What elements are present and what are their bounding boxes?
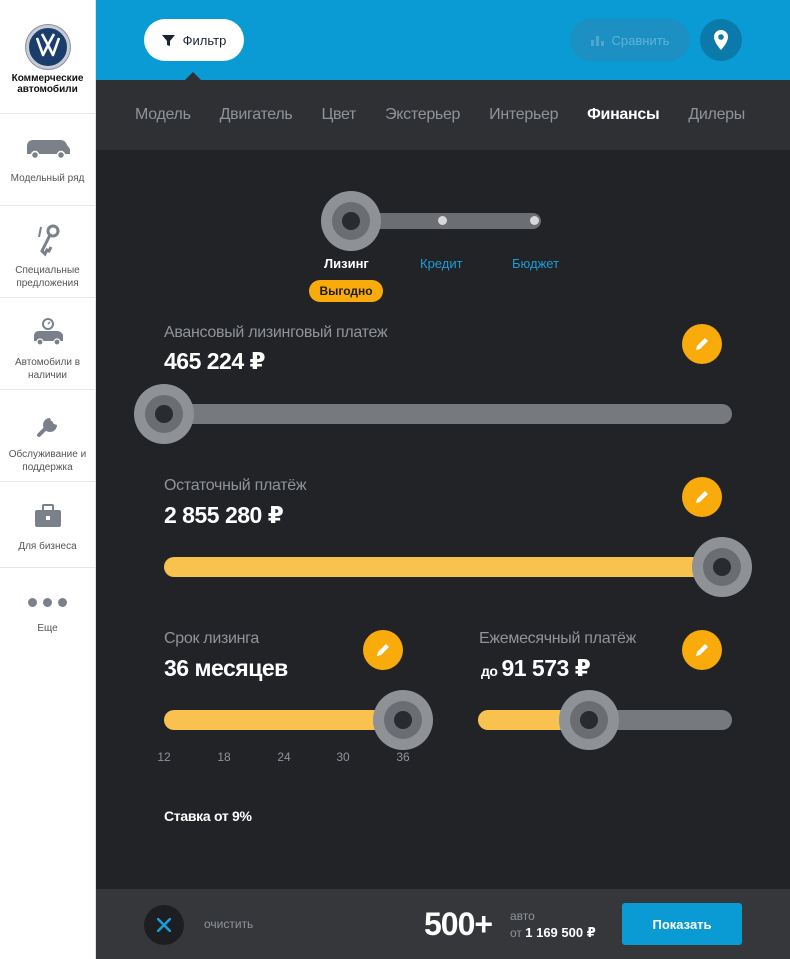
location-button[interactable]	[700, 19, 742, 61]
sidebar-item-label: Для бизнеса	[18, 541, 77, 552]
residual-slider-knob[interactable]	[692, 537, 752, 597]
brand-logo[interactable]: Коммерческие автомобили	[0, 0, 95, 114]
bottom-bar: очистить 500+ авто от 1 169 500 ₽ Показа…	[96, 889, 790, 959]
tab-finance[interactable]: Финансы	[587, 106, 659, 124]
term-tick[interactable]: 24	[277, 750, 290, 764]
tab-color[interactable]: Цвет	[321, 106, 356, 124]
sidebar-item-models[interactable]: Модельный ряд	[0, 114, 95, 206]
filter-caret-icon	[185, 72, 201, 80]
filter-label: Фильтр	[182, 32, 227, 48]
results-unit: авто	[510, 909, 535, 923]
sidebar-item-label: Обслуживание и поддержка	[8, 449, 87, 473]
tab-dealers[interactable]: Дилеры	[688, 106, 745, 124]
pencil-icon	[696, 491, 708, 503]
price-value: 1 169 500 ₽	[525, 925, 596, 940]
sidebar-item-label: Автомобили в наличии	[14, 357, 81, 381]
term-tick[interactable]: 36	[396, 750, 409, 764]
tab-exterior[interactable]: Экстерьер	[385, 106, 460, 124]
term-tick[interactable]: 12	[157, 750, 170, 764]
edit-monthly-button[interactable]	[682, 630, 722, 670]
bar-chart-icon	[590, 36, 604, 46]
mode-credit[interactable]: Кредит	[420, 256, 463, 271]
price-prefix: от	[510, 926, 522, 940]
residual-slider-fill[interactable]	[164, 557, 732, 577]
term-slider-knob[interactable]	[373, 690, 433, 750]
edit-term-button[interactable]	[363, 630, 403, 670]
residual-payment-value: 2 855 280 ₽	[164, 502, 284, 528]
monthly-payment-value: до 91 573 ₽	[481, 655, 591, 682]
edit-advance-button[interactable]	[682, 324, 722, 364]
pencil-icon	[696, 338, 708, 350]
mode-budget[interactable]: Бюджет	[512, 256, 559, 271]
briefcase-icon	[33, 500, 63, 532]
edit-residual-button[interactable]	[682, 477, 722, 517]
term-tick[interactable]: 18	[217, 750, 230, 764]
monthly-payment-label: Ежемесячный платёж	[479, 630, 636, 647]
tab-bar: Модель Двигатель Цвет Экстерьер Интерьер…	[96, 80, 790, 150]
car-timer-icon	[28, 316, 68, 348]
sidebar-item-in-stock[interactable]: Автомобили в наличии	[0, 298, 95, 390]
sidebar: Коммерческие автомобили Модельный ряд Сп…	[0, 0, 96, 959]
advance-payment-label: Авансовый лизинговый платеж	[164, 324, 388, 341]
monthly-payment-amount: 91 573 ₽	[501, 655, 591, 681]
term-label: Срок лизинга	[164, 630, 259, 647]
pencil-icon	[696, 644, 708, 656]
sidebar-item-label: Специальные предложения	[15, 265, 80, 289]
compare-button[interactable]: Сравнить	[570, 19, 690, 61]
best-deal-badge: Выгодно	[309, 280, 383, 302]
tab-model[interactable]: Модель	[135, 106, 191, 124]
payment-mode-knob[interactable]	[321, 191, 381, 251]
monthly-payment-prefix: до	[481, 663, 498, 679]
tab-engine[interactable]: Двигатель	[220, 106, 293, 124]
advance-slider-knob[interactable]	[134, 384, 194, 444]
keys-icon	[33, 224, 63, 257]
mode-dot-credit[interactable]	[438, 216, 447, 225]
advance-slider-track[interactable]	[164, 404, 732, 424]
show-results-button[interactable]: Показать	[622, 903, 742, 945]
tab-interior[interactable]: Интерьер	[489, 106, 558, 124]
interest-rate-note: Ставка от 9%	[164, 808, 252, 824]
sidebar-more-label: Еще	[37, 623, 58, 634]
sidebar-item-business[interactable]: Для бизнеса	[0, 482, 95, 568]
pencil-icon	[377, 644, 389, 656]
mode-leasing[interactable]: Лизинг	[324, 256, 369, 271]
wrench-icon	[33, 408, 63, 440]
brand-name: Коммерческие автомобили	[11, 73, 84, 95]
filter-icon	[161, 34, 175, 46]
sidebar-item-service[interactable]: Обслуживание и поддержка	[0, 390, 95, 482]
term-value: 36 месяцев	[164, 655, 288, 681]
compare-label: Сравнить	[611, 32, 670, 48]
top-bar: Фильтр Сравнить	[96, 0, 790, 80]
monthly-slider-knob[interactable]	[559, 690, 619, 750]
results-count: 500+	[424, 906, 493, 942]
mode-dot-budget[interactable]	[530, 216, 539, 225]
sidebar-item-offers[interactable]: Специальные предложения	[0, 206, 95, 298]
sidebar-item-more[interactable]: Еще	[0, 568, 95, 648]
van-icon	[23, 132, 73, 164]
term-tick[interactable]: 30	[336, 750, 349, 764]
clear-button[interactable]	[144, 905, 184, 945]
clear-label[interactable]: очистить	[204, 917, 253, 931]
filter-button[interactable]: Фильтр	[144, 19, 244, 61]
residual-payment-label: Остаточный платёж	[164, 477, 307, 494]
location-pin-icon	[714, 30, 728, 50]
close-icon	[157, 918, 171, 932]
vw-logo-icon	[25, 25, 70, 69]
price-from: от 1 169 500 ₽	[510, 925, 596, 941]
more-icon	[28, 598, 67, 607]
advance-payment-value: 465 224 ₽	[164, 348, 266, 374]
sidebar-item-label: Модельный ряд	[10, 173, 85, 184]
